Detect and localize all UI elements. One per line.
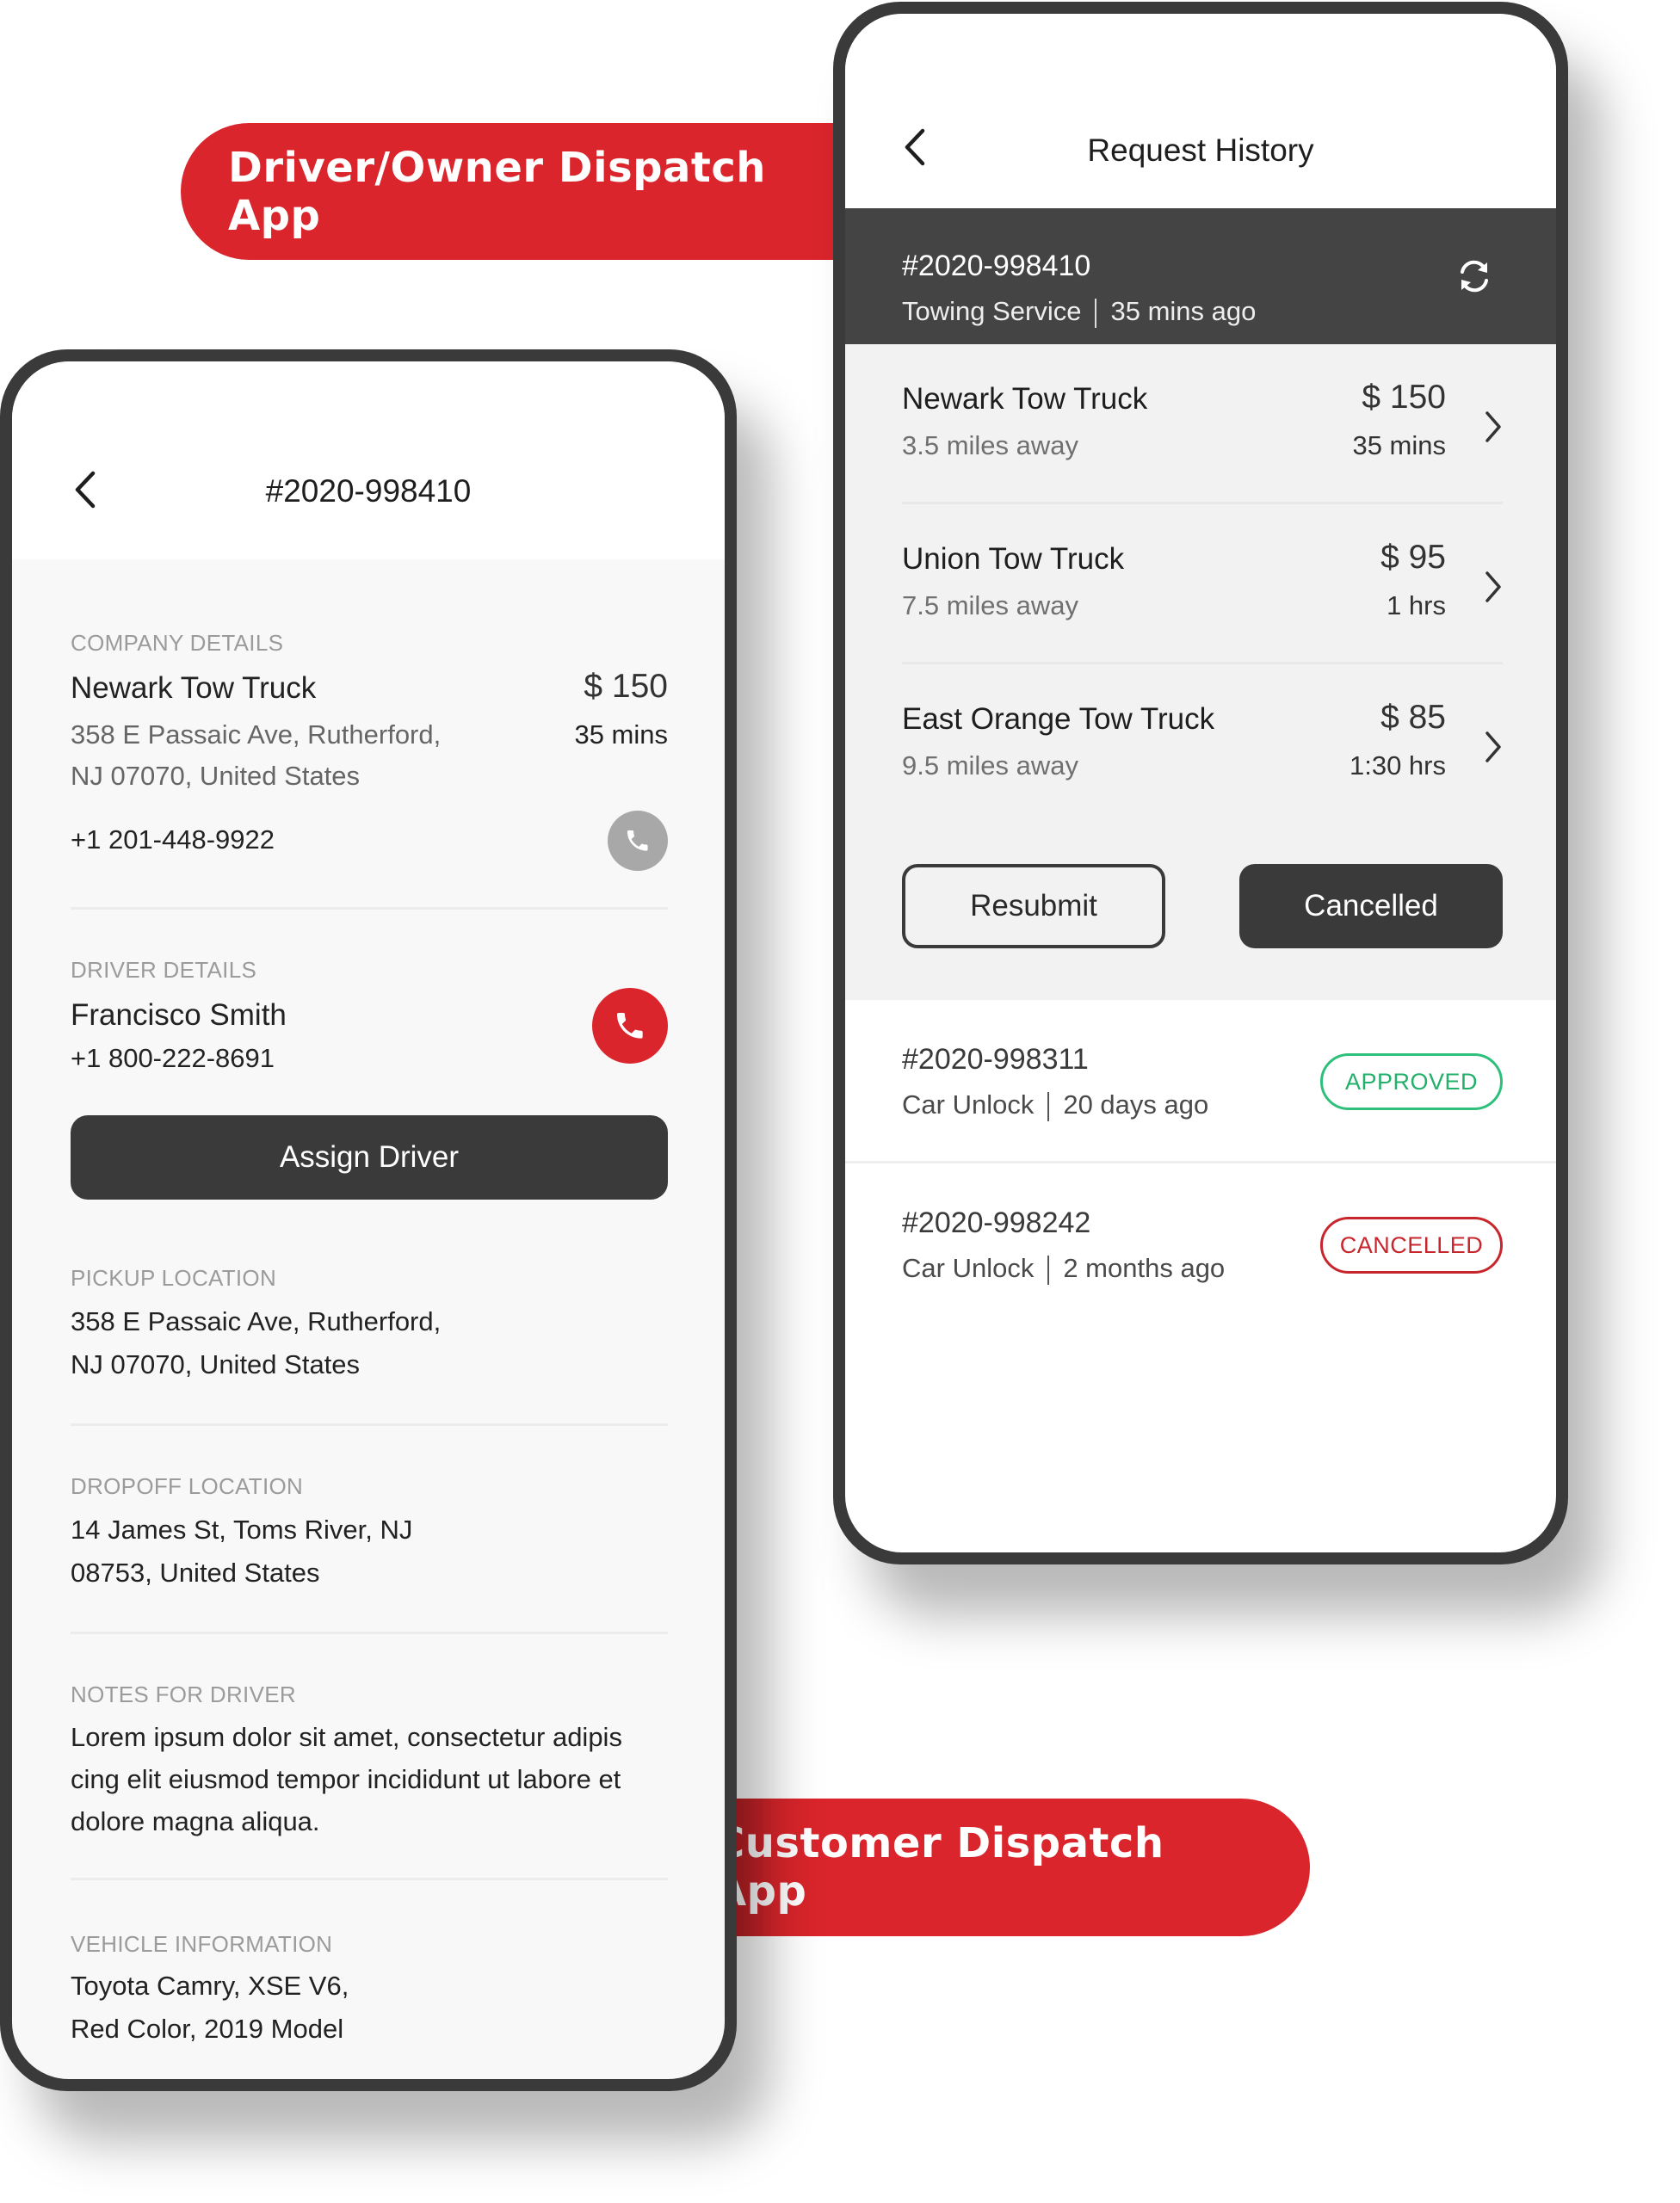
resubmit-button[interactable]: Resubmit	[902, 864, 1165, 948]
cancelled-button[interactable]: Cancelled	[1239, 864, 1503, 948]
customer-app-banner: Customer Dispatch App	[714, 1799, 1310, 1936]
offer-company-name: Union Tow Truck	[902, 542, 1125, 576]
driver-phone: +1 800-222-8691	[71, 1043, 275, 1073]
history-time: 2 months ago	[1063, 1253, 1226, 1283]
history-service: Car Unlock	[902, 1253, 1035, 1283]
company-price: $ 150	[584, 668, 668, 705]
driver-app-banner: Driver/Owner Dispatch App	[181, 123, 869, 260]
history-request-meta: Car Unlock 20 days ago	[902, 1089, 1208, 1121]
offer-distance: 3.5 miles away	[902, 430, 1079, 460]
company-phone: +1 201-448-9922	[71, 824, 275, 855]
history-service: Car Unlock	[902, 1089, 1035, 1120]
page-title: Request History	[1087, 133, 1314, 168]
history-item[interactable]: #2020-998311 Car Unlock 20 days ago APPRO…	[845, 1000, 1556, 1163]
phone-icon	[627, 830, 648, 851]
offer-distance: 9.5 miles away	[902, 750, 1079, 781]
dropoff-line1: 14 James St, Toms River, NJ	[71, 1515, 413, 1545]
chevron-right-icon	[1484, 730, 1503, 764]
call-company-button[interactable]	[608, 811, 668, 871]
offer-price: $ 95	[1380, 539, 1446, 576]
chevron-right-icon	[1484, 570, 1503, 604]
driver-name: Francisco Smith	[71, 998, 287, 1032]
notes-line1: Lorem ipsum dolor sit amet, consectetur …	[71, 1722, 622, 1752]
offer-item[interactable]: East Orange Tow Truck 9.5 miles away $ 8…	[902, 664, 1503, 824]
company-name: Newark Tow Truck	[71, 671, 317, 705]
active-request-time: 35 mins ago	[1110, 296, 1257, 326]
status-badge-cancelled: CANCELLED	[1320, 1217, 1503, 1274]
separator	[1047, 1091, 1050, 1121]
dropoff-line2: 08753, United States	[71, 1558, 320, 1588]
company-address-line1: 358 E Passaic Ave, Rutherford,	[71, 719, 442, 750]
offer-price: $ 150	[1362, 379, 1446, 416]
dropoff-location-label: DROPOFF LOCATION	[71, 1473, 304, 1499]
header: Request History	[845, 14, 1556, 208]
company-address-line2: NJ 07070, United States	[71, 761, 361, 791]
divider	[71, 1878, 668, 1880]
history-request-id: #2020-998242	[902, 1206, 1091, 1239]
customer-app-banner-label: Customer Dispatch App	[714, 1819, 1164, 1916]
notes-line3: dolore magna aliqua.	[71, 1806, 320, 1836]
notes-label: NOTES FOR DRIVER	[71, 1682, 296, 1707]
phone-icon	[617, 1013, 643, 1039]
notes-line2: cing elit eiusmod tempor incididunt ut l…	[71, 1764, 621, 1794]
driver-app-phone: #2020-998410 COMPANY DETAILS Newark Tow …	[0, 349, 737, 2091]
history-time: 20 days ago	[1063, 1089, 1209, 1120]
offer-item[interactable]: Newark Tow Truck 3.5 miles away $ 150 35…	[902, 344, 1503, 504]
active-request-bar[interactable]: #2020-998410 Towing Service 35 mins ago	[845, 208, 1556, 344]
action-buttons: Resubmit Cancelled	[902, 864, 1503, 948]
offer-company-name: Newark Tow Truck	[902, 382, 1148, 416]
offers-list: Newark Tow Truck 3.5 miles away $ 150 35…	[845, 344, 1556, 1000]
chevron-right-icon	[1484, 410, 1503, 444]
divider	[71, 907, 668, 910]
active-request-meta: Towing Service 35 mins ago	[902, 296, 1256, 328]
pickup-line1: 358 E Passaic Ave, Rutherford,	[71, 1306, 442, 1336]
separator	[1095, 298, 1097, 328]
offer-company-name: East Orange Tow Truck	[902, 702, 1215, 736]
driver-app-banner-label: Driver/Owner Dispatch App	[228, 143, 766, 240]
customer-app-screen: Request History #2020-998410 Towing Serv…	[845, 14, 1556, 1552]
offer-eta: 1 hrs	[1387, 590, 1446, 620]
header: #2020-998410	[12, 361, 725, 559]
divider	[71, 1423, 668, 1426]
separator	[1047, 1255, 1050, 1285]
pickup-line2: NJ 07070, United States	[71, 1349, 361, 1379]
offer-eta: 35 mins	[1352, 430, 1446, 460]
call-driver-button[interactable]	[592, 988, 668, 1064]
offer-distance: 7.5 miles away	[902, 590, 1079, 620]
active-request-service: Towing Service	[902, 296, 1082, 326]
divider	[71, 1632, 668, 1634]
offer-price: $ 85	[1380, 699, 1446, 736]
vehicle-line1: Toyota Camry, XSE V6,	[71, 1971, 349, 2001]
page-title: #2020-998410	[265, 473, 472, 509]
history-item[interactable]: #2020-998242 Car Unlock 2 months ago CANC…	[845, 1163, 1556, 1327]
offer-eta: 1:30 hrs	[1349, 750, 1446, 781]
status-badge-approved: APPROVED	[1320, 1053, 1503, 1110]
offer-item[interactable]: Union Tow Truck 7.5 miles away $ 95 1 hr…	[902, 504, 1503, 664]
pickup-location-label: PICKUP LOCATION	[71, 1265, 277, 1291]
company-details-label: COMPANY DETAILS	[71, 630, 284, 656]
history-request-id: #2020-998311	[902, 1043, 1089, 1076]
customer-app-phone: Request History #2020-998410 Towing Serv…	[833, 2, 1568, 1564]
vehicle-info-label: VEHICLE INFORMATION	[71, 1931, 333, 1957]
history-request-meta: Car Unlock 2 months ago	[902, 1253, 1225, 1285]
driver-details-label: DRIVER DETAILS	[71, 957, 257, 983]
company-eta: 35 mins	[574, 719, 668, 750]
refresh-icon[interactable]	[1455, 256, 1494, 296]
driver-app-screen: #2020-998410 COMPANY DETAILS Newark Tow …	[12, 361, 725, 2079]
active-request-id: #2020-998410	[902, 250, 1091, 282]
assign-driver-button[interactable]: Assign Driver	[71, 1115, 668, 1200]
notes-text: Lorem ipsum dolor sit amet, consectetur …	[71, 1716, 668, 1842]
vehicle-line2: Red Color, 2019 Model	[71, 2014, 344, 2044]
